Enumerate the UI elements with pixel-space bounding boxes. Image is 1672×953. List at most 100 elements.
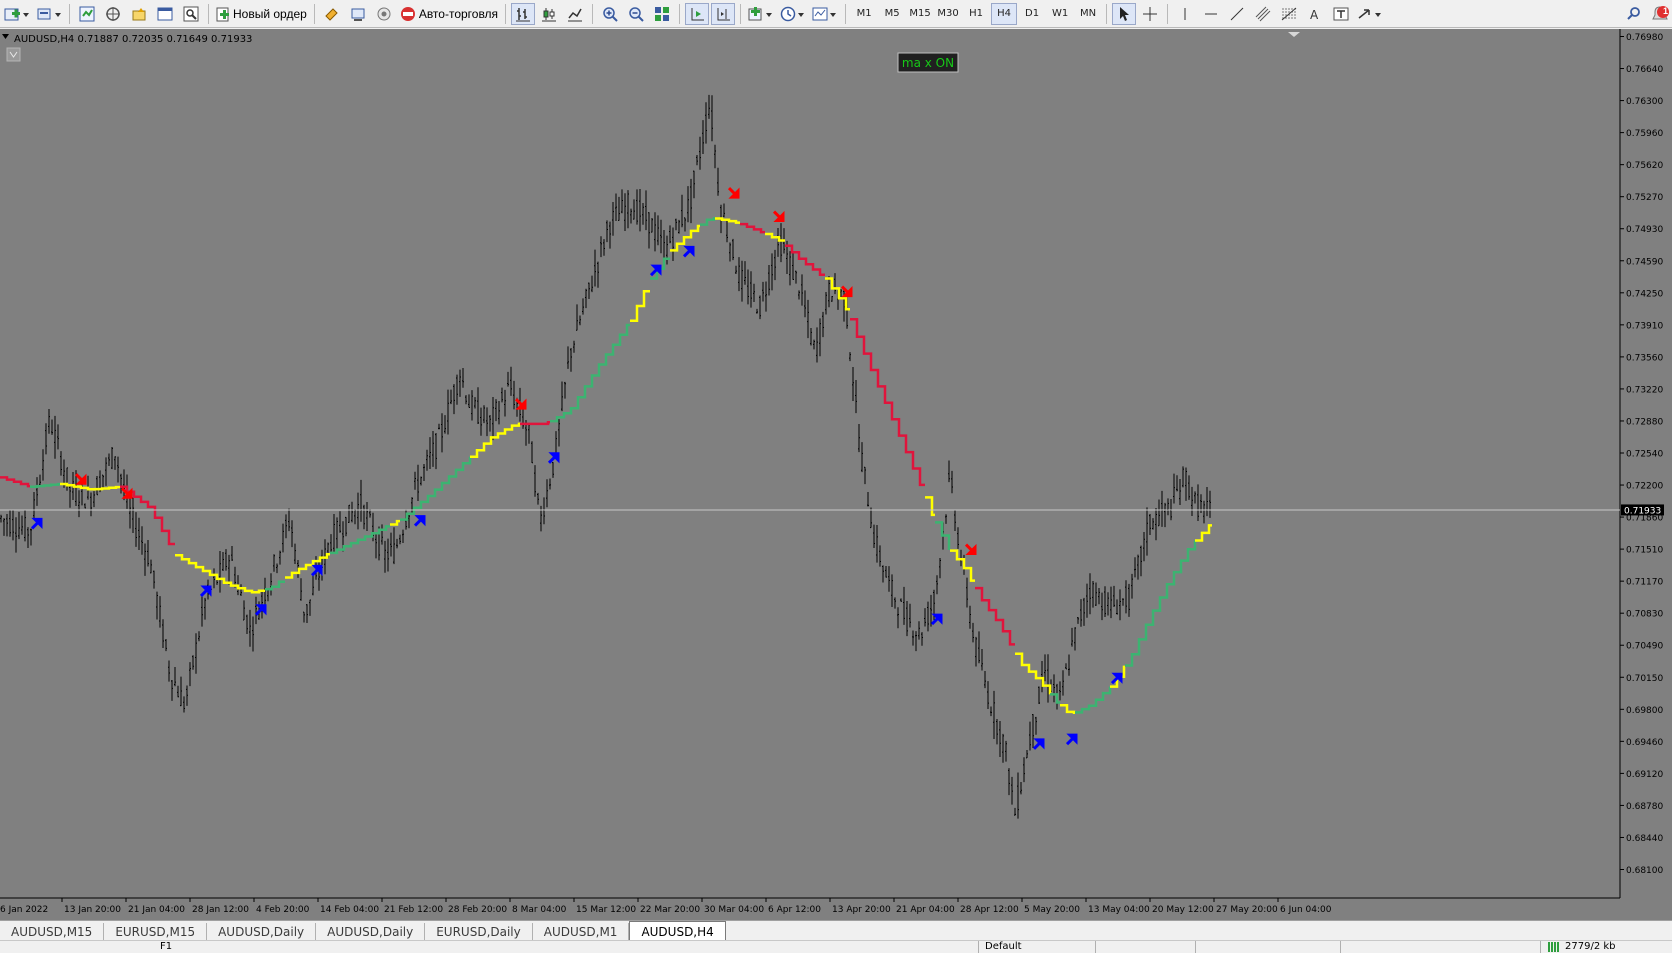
price-tick-label: 0.74250 bbox=[1626, 289, 1663, 299]
search-icon[interactable] bbox=[1622, 3, 1646, 25]
vertical-line-tool[interactable] bbox=[1173, 3, 1197, 25]
crosshair-tool[interactable] bbox=[1138, 3, 1162, 25]
status-bar: F1 Default 2779/2 kb bbox=[0, 940, 1672, 953]
signals-icon[interactable] bbox=[372, 3, 396, 25]
cursor-tool[interactable] bbox=[1112, 2, 1137, 25]
chart-tab[interactable]: AUDUSD,M15 bbox=[0, 923, 105, 941]
time-tick-label: 21 Feb 12:00 bbox=[384, 905, 443, 915]
bar-chart-button[interactable] bbox=[511, 2, 536, 25]
chart-tab[interactable]: EURUSD,Daily bbox=[425, 923, 533, 941]
time-tick-label: 13 May 04:00 bbox=[1088, 905, 1150, 915]
timeframe-d1-button[interactable]: D1 bbox=[1019, 3, 1045, 25]
toolbar-separator bbox=[69, 3, 70, 24]
notifications-icon[interactable]: 1 bbox=[1648, 3, 1672, 25]
price-tick-label: 0.72880 bbox=[1626, 417, 1663, 427]
market-watch-icon[interactable] bbox=[75, 3, 99, 25]
time-tick-label: 13 Apr 20:00 bbox=[832, 905, 891, 915]
timeframe-h4-button[interactable]: H4 bbox=[991, 2, 1018, 25]
equidistant-channel-tool[interactable] bbox=[1251, 3, 1275, 25]
data-window-icon[interactable] bbox=[101, 3, 125, 25]
time-tick-label: 20 May 12:00 bbox=[1152, 905, 1214, 915]
status-traffic: 2779/2 kb bbox=[1565, 941, 1616, 952]
time-tick-label: 4 Feb 20:00 bbox=[256, 905, 310, 915]
chart-tab[interactable]: AUDUSD,Daily bbox=[316, 923, 426, 941]
time-tick-label: 21 Jan 04:00 bbox=[128, 905, 185, 915]
timeframe-mn-button[interactable]: MN bbox=[1075, 3, 1101, 25]
timeframe-w1-button[interactable]: W1 bbox=[1047, 3, 1073, 25]
toolbar-separator bbox=[1106, 3, 1108, 24]
new-order-button[interactable]: Новый ордер bbox=[214, 3, 309, 25]
chart-plot-background bbox=[0, 29, 1620, 898]
current-price-label: 0.71933 bbox=[1624, 506, 1661, 516]
text-label-tool[interactable] bbox=[1329, 3, 1353, 25]
price-tick-label: 0.76300 bbox=[1626, 97, 1663, 107]
autotrading-button[interactable]: Авто-торговля bbox=[398, 3, 500, 25]
timeframe-h1-button[interactable]: H1 bbox=[963, 3, 989, 25]
horizontal-line-tool[interactable] bbox=[1199, 3, 1223, 25]
strategy-tester-icon[interactable] bbox=[179, 3, 203, 25]
zoom-in-icon[interactable] bbox=[598, 3, 622, 25]
line-chart-button[interactable] bbox=[563, 3, 587, 25]
status-separator bbox=[1195, 941, 1196, 953]
terminal-icon[interactable] bbox=[153, 3, 177, 25]
chart-tabs: AUDUSD,M15 EURUSD,M15 AUDUSD,Daily AUDUSD,D… bbox=[0, 920, 1672, 941]
toolbar-separator bbox=[845, 3, 847, 24]
auto-scroll-button[interactable] bbox=[685, 2, 710, 25]
timeframe-m15-button[interactable]: M15 bbox=[907, 3, 933, 25]
time-tick-label: 14 Feb 04:00 bbox=[320, 905, 379, 915]
timeframe-m30-button[interactable]: M30 bbox=[935, 3, 961, 25]
market-icon[interactable] bbox=[346, 3, 370, 25]
status-separator bbox=[1095, 941, 1096, 953]
arrows-tool[interactable] bbox=[1355, 3, 1385, 25]
toolbar-separator bbox=[679, 3, 681, 24]
price-tick-label: 0.68100 bbox=[1626, 866, 1663, 876]
tile-windows-icon[interactable] bbox=[650, 3, 674, 25]
chart-tab[interactable]: AUDUSD,H4 bbox=[629, 921, 726, 941]
price-tick-label: 0.73220 bbox=[1626, 385, 1663, 395]
status-separator bbox=[1540, 941, 1541, 953]
timeframe-m1-button[interactable]: M1 bbox=[851, 3, 877, 25]
status-profile: Default bbox=[985, 941, 1022, 952]
toolbar-separator bbox=[208, 3, 209, 24]
toolbar-separator bbox=[592, 3, 594, 24]
price-tick-label: 0.74930 bbox=[1626, 225, 1663, 235]
time-tick-label: 22 Mar 20:00 bbox=[640, 905, 700, 915]
price-tick-label: 0.73560 bbox=[1626, 353, 1663, 363]
zoom-out-icon[interactable] bbox=[624, 3, 648, 25]
one-click-trading-toggle[interactable] bbox=[6, 47, 21, 62]
chart-tab[interactable]: AUDUSD,Daily bbox=[207, 923, 317, 941]
time-tick-label: 6 Apr 12:00 bbox=[768, 905, 821, 915]
chart-tab[interactable]: EURUSD,M15 bbox=[104, 923, 208, 941]
timeframe-buttons: M1 M5 M15 M30 H1 H4 D1 W1 MN bbox=[851, 2, 1101, 25]
price-tick-label: 0.69120 bbox=[1626, 770, 1663, 780]
connection-icon bbox=[1548, 942, 1560, 952]
time-tick-label: 15 Mar 12:00 bbox=[576, 905, 636, 915]
time-tick-label: 28 Feb 20:00 bbox=[448, 905, 507, 915]
timeframe-m5-button[interactable]: M5 bbox=[879, 3, 905, 25]
metaeditor-icon[interactable] bbox=[320, 3, 344, 25]
periods-button[interactable] bbox=[778, 3, 808, 25]
price-tick-label: 0.74590 bbox=[1626, 257, 1663, 267]
svg-text:A: A bbox=[1310, 8, 1319, 22]
fibonacci-tool[interactable] bbox=[1277, 3, 1301, 25]
price-tick-label: 0.68440 bbox=[1626, 834, 1663, 844]
price-tick-label: 0.76980 bbox=[1626, 33, 1663, 43]
profiles-button[interactable] bbox=[34, 3, 64, 25]
price-tick-label: 0.75270 bbox=[1626, 193, 1663, 203]
templates-button[interactable] bbox=[810, 3, 840, 25]
chart-tab[interactable]: AUDUSD,M1 bbox=[533, 923, 630, 941]
trendline-tool[interactable] bbox=[1225, 3, 1249, 25]
price-tick-label: 0.68780 bbox=[1626, 802, 1663, 812]
candlestick-chart-button[interactable] bbox=[537, 3, 561, 25]
toolbar-separator bbox=[505, 3, 507, 24]
price-tick-label: 0.69460 bbox=[1626, 738, 1663, 748]
price-chart[interactable]: 0.76980 0.76640 0.76300 0.75960 0.75620 0.752… bbox=[0, 29, 1672, 920]
chart-shift-button[interactable] bbox=[711, 2, 736, 25]
time-tick-label: 30 Mar 04:00 bbox=[704, 905, 764, 915]
text-tool[interactable]: A bbox=[1303, 3, 1327, 25]
price-scale-background bbox=[1620, 29, 1672, 898]
indicators-button[interactable] bbox=[746, 3, 776, 25]
navigator-icon[interactable] bbox=[127, 3, 151, 25]
toolbar-separator bbox=[740, 3, 742, 24]
new-chart-button[interactable] bbox=[2, 3, 32, 25]
